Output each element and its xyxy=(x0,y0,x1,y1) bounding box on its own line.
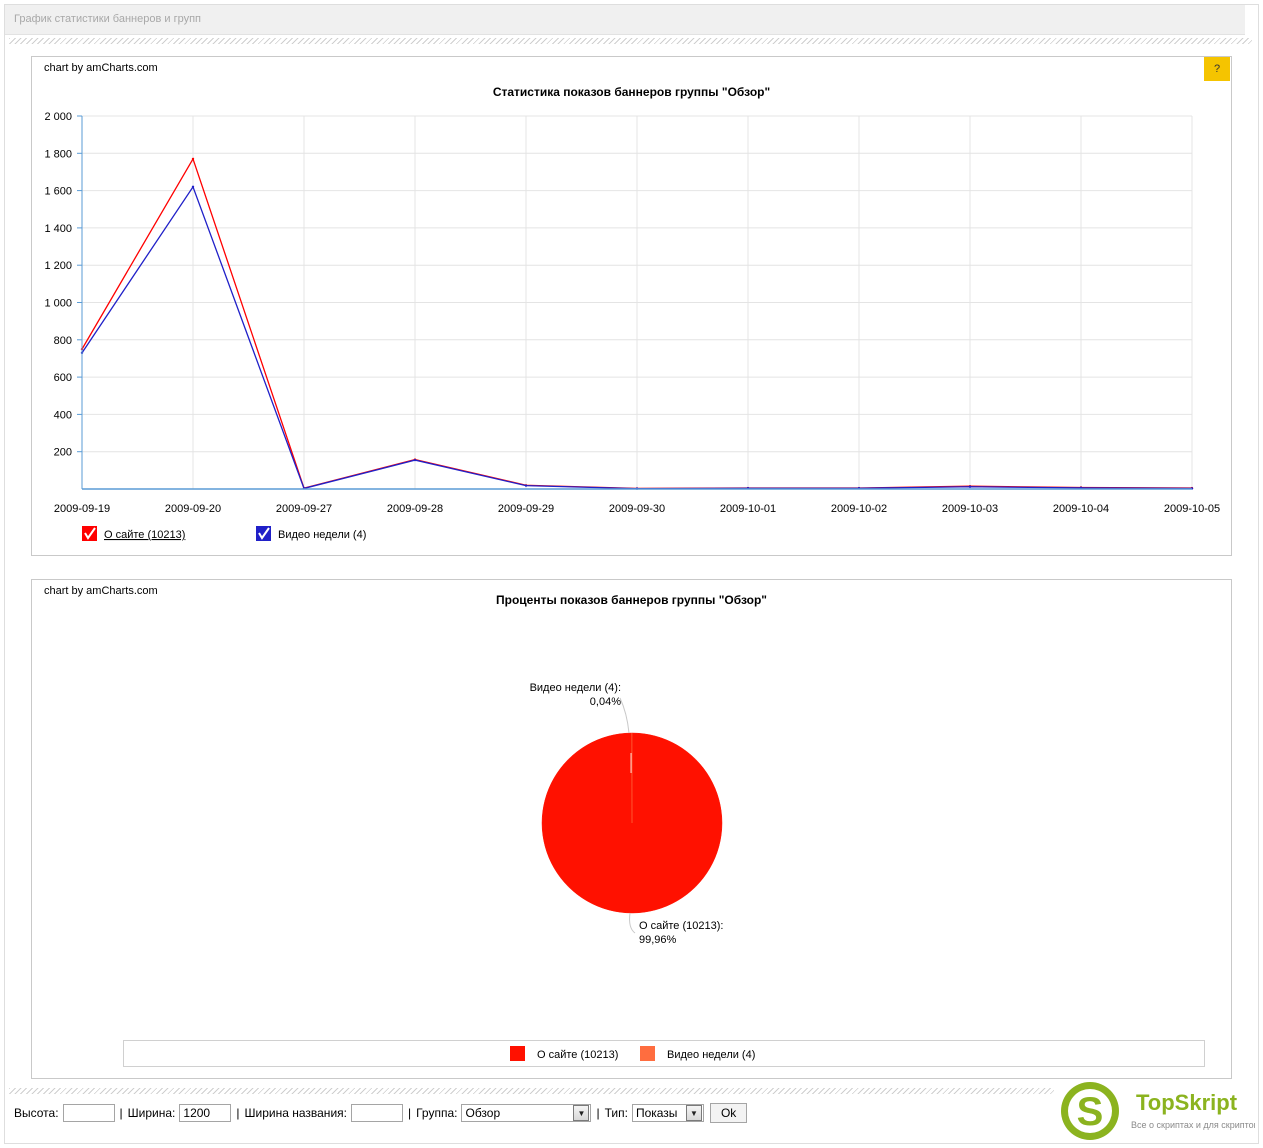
y-tick-label: 400 xyxy=(54,409,72,421)
ok-button[interactable]: Ok xyxy=(709,1103,748,1123)
pie-chart-svg: Видео недели (4): 0,04% О сайте (10213): 99… xyxy=(510,682,755,1061)
x-tick-label: 2009-10-05 xyxy=(1164,503,1220,515)
y-tick-label: 600 xyxy=(54,372,72,384)
x-tick-label: 2009-09-20 xyxy=(165,503,221,515)
title-width-label: Ширина названия: xyxy=(244,1106,347,1120)
logo-mark: S xyxy=(1077,1090,1104,1134)
y-tick-label: 1 400 xyxy=(44,223,72,235)
settings-bar: Высота: | Ширина: | Ширина названия: | Г… xyxy=(14,1103,748,1123)
type-select-value: Показы xyxy=(635,1106,678,1120)
group-label: Группа: xyxy=(416,1106,458,1120)
hatch-divider-bottom xyxy=(9,1088,1054,1094)
legend-label: Видео недели (4) xyxy=(278,529,366,541)
legend-item[interactable]: Видео недели (4) xyxy=(256,526,366,541)
chevron-down-icon[interactable]: ▼ xyxy=(573,1105,590,1121)
chevron-down-icon[interactable]: ▼ xyxy=(685,1105,702,1121)
legend-swatch xyxy=(640,1046,655,1061)
height-input[interactable] xyxy=(62,1104,115,1122)
line-chart-svg: 200 400 600 800 1 000 1 200 1 400 1 600 1 800 2 0… xyxy=(44,111,1220,541)
width-input[interactable] xyxy=(179,1104,232,1122)
y-tick-label: 1 800 xyxy=(44,148,72,160)
x-tick-label: 2009-09-27 xyxy=(276,503,332,515)
data-point xyxy=(191,157,195,161)
height-label: Высота: xyxy=(14,1106,59,1120)
pie-legend-item[interactable]: Видео недели (4) xyxy=(640,1046,755,1061)
y-tick-label: 2 000 xyxy=(44,111,72,123)
data-point xyxy=(413,458,417,462)
separator: | xyxy=(236,1106,240,1120)
legend-label: О сайте (10213) xyxy=(104,529,185,541)
y-tick-label: 800 xyxy=(54,335,72,347)
pie-legend-label: О сайте (10213) xyxy=(537,1049,618,1061)
pie-legend-item[interactable]: О сайте (10213) xyxy=(510,1046,618,1061)
y-tick-label: 1 600 xyxy=(44,186,72,198)
page-title: График статистики баннеров и групп xyxy=(5,5,1245,35)
logo-name: TopSkript xyxy=(1136,1090,1238,1115)
data-point xyxy=(968,485,972,488)
width-label: Ширина: xyxy=(127,1106,176,1120)
label-leader-line xyxy=(619,697,630,734)
x-tick-label: 2009-09-28 xyxy=(387,503,443,515)
topskript-logo[interactable]: S TopSkript Все о скриптах и для скрипто… xyxy=(1060,1080,1263,1142)
x-tick-label: 2009-09-29 xyxy=(498,503,554,515)
pie-chart-panel: chart by amCharts.com Проценты показов б… xyxy=(31,579,1232,1079)
slice-label-percent: 99,96% xyxy=(639,934,677,946)
x-tick-label: 2009-10-01 xyxy=(720,503,776,515)
x-tick-label: 2009-09-19 xyxy=(54,503,110,515)
legend-item[interactable]: О сайте (10213) xyxy=(82,526,185,541)
data-point xyxy=(191,185,195,189)
x-tick-label: 2009-09-30 xyxy=(609,503,665,515)
data-point xyxy=(524,484,528,487)
title-width-input[interactable] xyxy=(350,1104,403,1122)
group-select[interactable]: Обзор ▼ xyxy=(461,1104,592,1122)
x-tick-label: 2009-10-03 xyxy=(942,503,998,515)
y-tick-label: 1 200 xyxy=(44,260,72,272)
group-select-value: Обзор xyxy=(465,1106,501,1120)
legend-swatch xyxy=(510,1046,525,1061)
type-label: Тип: xyxy=(604,1106,628,1120)
y-tick-label: 1 000 xyxy=(44,298,72,310)
x-tick-label: 2009-10-04 xyxy=(1053,503,1109,515)
label-leader-line xyxy=(629,912,636,934)
pie-legend-label: Видео недели (4) xyxy=(667,1049,755,1061)
separator: | xyxy=(596,1106,600,1120)
slice-label-percent: 0,04% xyxy=(590,696,621,708)
type-select[interactable]: Показы ▼ xyxy=(631,1104,704,1122)
separator: | xyxy=(407,1106,412,1120)
separator: | xyxy=(119,1106,123,1120)
hatch-divider-top xyxy=(9,38,1252,44)
slice-label-name: Видео недели (4): xyxy=(530,682,621,694)
slice-label-name: О сайте (10213): xyxy=(639,920,723,932)
x-tick-label: 2009-10-02 xyxy=(831,503,887,515)
y-tick-label: 200 xyxy=(54,447,72,459)
line-chart-panel: chart by amCharts.com ? Статистика показ… xyxy=(31,56,1232,556)
logo-tagline: Все о скриптах и для скриптов... xyxy=(1131,1120,1255,1130)
